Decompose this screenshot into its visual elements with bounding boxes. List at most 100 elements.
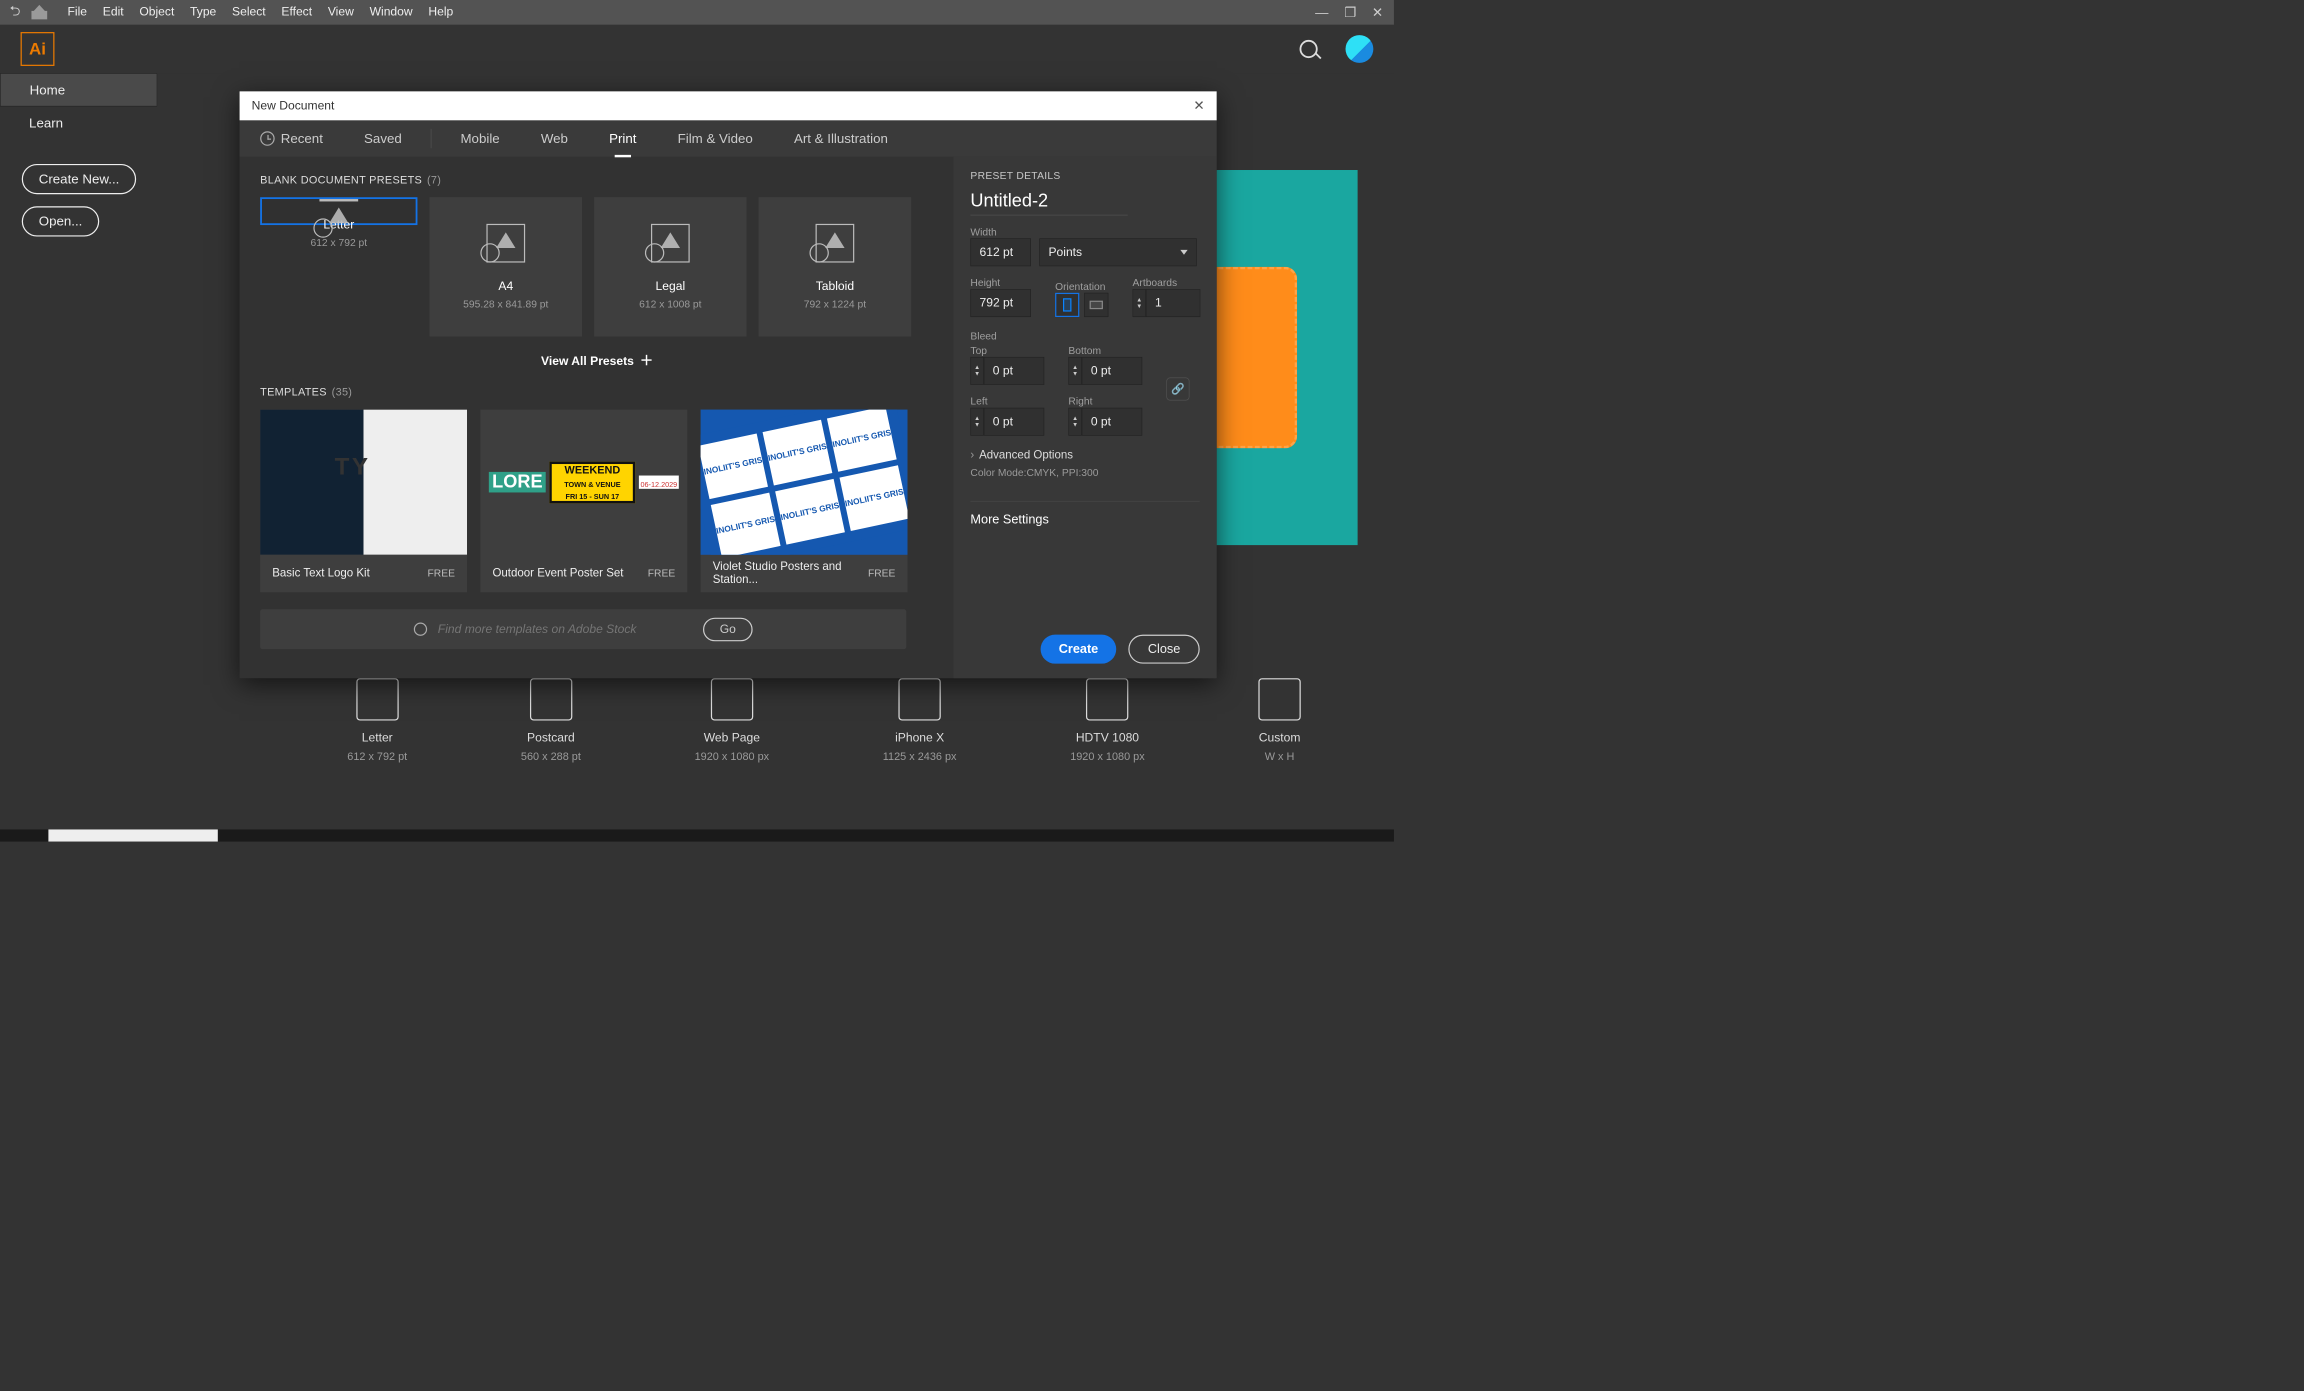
template-outdoor-poster[interactable]: LORE WEEKEND TOWN & VENUE FRI 15 - SUN 1… <box>480 410 687 593</box>
stock-search-input[interactable] <box>438 622 692 636</box>
tab-recent[interactable]: Recent <box>240 120 344 156</box>
view-all-presets[interactable]: View All Presets＋ <box>260 350 934 369</box>
bleed-left-label: Left <box>970 396 1044 408</box>
template-thumb: INOLIIT'S GRISINOLIIT'S GRISINOLIIT'S GR… <box>701 410 908 555</box>
home-preset-hdtv[interactable]: HDTV 10801920 x 1080 px <box>1070 678 1144 763</box>
create-new-button[interactable]: Create New... <box>22 164 137 194</box>
menu-file[interactable]: File <box>68 5 88 19</box>
height-input[interactable] <box>970 289 1031 317</box>
preset-a4[interactable]: A4 595.28 x 841.89 pt <box>430 197 582 336</box>
menu-window[interactable]: Window <box>370 5 413 19</box>
menu-object[interactable]: Object <box>139 5 174 19</box>
bleed-label: Bleed <box>970 330 1199 342</box>
nav-learn[interactable]: Learn <box>0 106 240 139</box>
bleed-top-stepper[interactable]: ▲▼ <box>970 357 983 385</box>
dialog-close-icon[interactable]: ✕ <box>1193 98 1204 114</box>
page-icon <box>486 224 525 263</box>
home-preset-webpage[interactable]: Web Page1920 x 1080 px <box>695 678 769 763</box>
os-taskbar <box>0 829 1394 841</box>
open-button[interactable]: Open... <box>22 206 100 236</box>
template-thumb: LORE WEEKEND TOWN & VENUE FRI 15 - SUN 1… <box>480 410 687 555</box>
preset-legal[interactable]: Legal 612 x 1008 pt <box>594 197 746 336</box>
home-preset-postcard[interactable]: Postcard560 x 288 pt <box>521 678 581 763</box>
bleed-bottom-label: Bottom <box>1068 345 1142 357</box>
create-button[interactable]: Create <box>1041 635 1117 664</box>
tab-mobile[interactable]: Mobile <box>440 120 520 156</box>
menu-view[interactable]: View <box>328 5 354 19</box>
color-mode-readout: Color Mode:CMYK, PPI:300 <box>970 467 1199 479</box>
bleed-left-stepper[interactable]: ▲▼ <box>970 408 983 436</box>
bleed-left-input[interactable] <box>984 408 1044 436</box>
page-icon <box>816 224 855 263</box>
width-input[interactable] <box>970 238 1031 266</box>
bleed-right-input[interactable] <box>1082 408 1143 436</box>
preset-letter[interactable]: Letter 612 x 792 pt <box>260 197 417 225</box>
stock-go-button[interactable]: Go <box>703 617 753 641</box>
tab-art-illustration[interactable]: Art & Illustration <box>773 120 908 156</box>
window-maximize-icon[interactable]: ❐ <box>1344 5 1356 21</box>
close-button[interactable]: Close <box>1129 635 1200 664</box>
window-close-icon[interactable]: ✕ <box>1372 5 1383 21</box>
preset-details-pane: PRESET DETAILS Width Points Height Orie <box>953 157 1216 679</box>
preset-details-header: PRESET DETAILS <box>970 170 1199 182</box>
bleed-right-stepper[interactable]: ▲▼ <box>1068 408 1081 436</box>
tab-print[interactable]: Print <box>589 120 658 156</box>
menu-type[interactable]: Type <box>190 5 216 19</box>
preset-tabloid[interactable]: Tabloid 792 x 1224 pt <box>759 197 911 336</box>
search-icon <box>414 623 427 636</box>
bleed-right-label: Right <box>1068 396 1142 408</box>
templates-header: TEMPLATES(35) <box>260 386 934 399</box>
menu-help[interactable]: Help <box>428 5 453 19</box>
user-avatar[interactable] <box>1346 35 1374 63</box>
page-icon <box>319 199 358 201</box>
home-icon[interactable] <box>31 6 47 19</box>
height-label: Height <box>970 277 1031 289</box>
template-violet-studio[interactable]: INOLIIT'S GRISINOLIIT'S GRISINOLIIT'S GR… <box>701 410 908 593</box>
tab-web[interactable]: Web <box>520 120 588 156</box>
clock-icon <box>260 131 275 146</box>
menu-select[interactable]: Select <box>232 5 266 19</box>
blank-presets-header: BLANK DOCUMENT PRESETS(7) <box>260 174 934 187</box>
artboards-stepper[interactable]: ▲▼ <box>1133 289 1146 317</box>
dialog-titlebar: New Document ✕ <box>240 91 1217 120</box>
window-minimize-icon[interactable]: — <box>1315 5 1328 21</box>
home-preset-row: Letter612 x 792 pt Postcard560 x 288 pt … <box>290 678 1357 763</box>
dialog-title: New Document <box>252 99 335 113</box>
home-preset-custom[interactable]: CustomW x H <box>1258 678 1300 763</box>
bleed-top-label: Top <box>970 345 1044 357</box>
nav-home[interactable]: Home <box>0 73 157 106</box>
new-document-dialog: New Document ✕ Recent Saved Mobile Web P… <box>240 91 1217 678</box>
tab-saved[interactable]: Saved <box>343 120 422 156</box>
chevron-down-icon <box>1180 250 1187 255</box>
template-basic-text-logo[interactable]: Basic Text Logo KitFREE <box>260 410 467 593</box>
orientation-portrait[interactable] <box>1055 293 1079 317</box>
bleed-bottom-stepper[interactable]: ▲▼ <box>1068 357 1081 385</box>
menu-effect[interactable]: Effect <box>281 5 312 19</box>
width-label: Width <box>970 226 1199 238</box>
home-left-nav: Home Learn Create New... Open... <box>0 73 240 236</box>
menu-edit[interactable]: Edit <box>103 5 124 19</box>
home-header: Ai <box>0 25 1394 73</box>
app-menubar: ⮌ File Edit Object Type Select Effect Vi… <box>0 0 1394 25</box>
bleed-bottom-input[interactable] <box>1082 357 1143 385</box>
search-icon[interactable] <box>1300 40 1318 58</box>
orientation-landscape[interactable] <box>1084 293 1108 317</box>
artboards-label: Artboards <box>1133 277 1201 289</box>
tab-separator <box>431 129 432 148</box>
artboards-input[interactable] <box>1146 289 1200 317</box>
taskbar-item[interactable] <box>48 829 217 841</box>
home-preset-letter[interactable]: Letter612 x 792 pt <box>347 678 407 763</box>
ai-glyph: ⮌ <box>10 1 21 24</box>
units-dropdown[interactable]: Points <box>1039 238 1196 266</box>
orientation-label: Orientation <box>1055 281 1108 293</box>
home-preset-iphonex[interactable]: iPhone X1125 x 2436 px <box>883 678 957 763</box>
menu-items: File Edit Object Type Select Effect View… <box>63 5 454 19</box>
tab-film-video[interactable]: Film & Video <box>657 120 773 156</box>
bleed-top-input[interactable] <box>984 357 1044 385</box>
more-settings[interactable]: More Settings <box>970 501 1199 527</box>
template-thumb <box>260 410 467 555</box>
illustrator-logo-icon: Ai <box>21 32 55 66</box>
advanced-options-toggle[interactable]: Advanced Options <box>970 449 1199 462</box>
document-name-input[interactable] <box>970 191 1127 216</box>
link-bleed-icon[interactable]: 🔗 <box>1166 378 1189 401</box>
